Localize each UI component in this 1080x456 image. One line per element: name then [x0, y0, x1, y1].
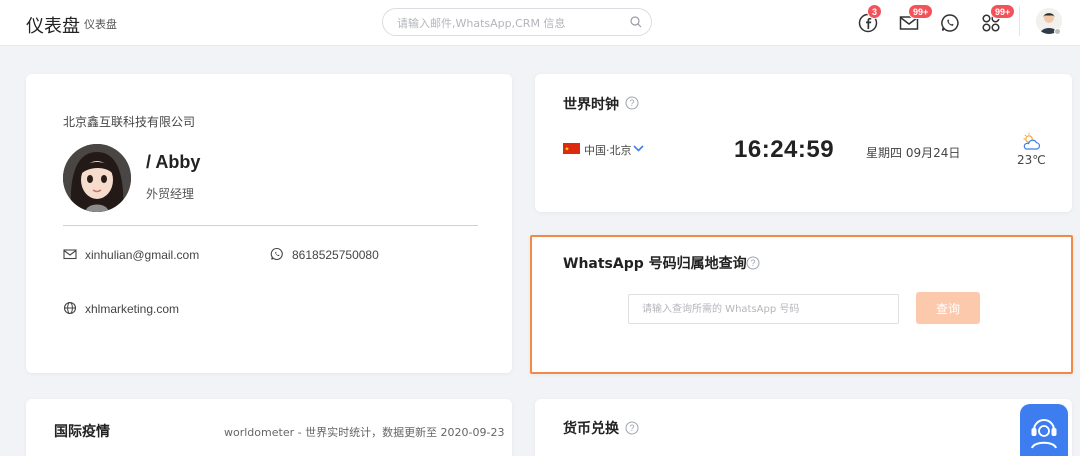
mail-button[interactable]: 99+: [898, 4, 934, 34]
header-divider: [1019, 6, 1020, 36]
help-icon[interactable]: ?: [746, 256, 760, 270]
region-selector[interactable]: 中国·北京: [584, 142, 632, 158]
world-clock-title: 世界时钟: [563, 97, 619, 113]
world-clock-card: 世界时钟 ? ★ 中国·北京 16:24:59 星期四 09月24日 23℃: [535, 74, 1072, 212]
whatsapp-number-input[interactable]: [628, 294, 899, 324]
whatsapp-button[interactable]: [939, 12, 961, 34]
svg-text:★: ★: [565, 147, 570, 153]
partly-cloudy-icon: [1023, 133, 1041, 150]
whatsapp-icon: [270, 247, 283, 261]
svg-text:?: ?: [750, 258, 755, 268]
help-icon[interactable]: ?: [625, 96, 639, 110]
help-icon[interactable]: ?: [625, 421, 639, 435]
svg-text:?: ?: [629, 423, 634, 433]
profile-photo: [63, 144, 131, 212]
page-title: 仪表盘: [26, 16, 80, 37]
covid-title: 国际疫情: [54, 424, 110, 440]
person-name: / Abby: [146, 152, 201, 172]
search-icon[interactable]: [629, 15, 643, 29]
email-value[interactable]: xinhulian@gmail.com: [85, 248, 199, 262]
top-bar: 仪表盘 仪表盘 3 99+: [0, 0, 1080, 46]
status-indicator: [1054, 28, 1061, 35]
whatsapp-lookup-title: WhatsApp 号码归属地查询: [563, 256, 747, 272]
query-button[interactable]: 查询: [916, 292, 980, 324]
covid-source: worldometer - 世界实时统计，数据更新至 2020-09-23: [224, 426, 505, 439]
chevron-down-icon[interactable]: [633, 144, 644, 153]
global-search: [382, 8, 652, 36]
search-input[interactable]: [397, 14, 627, 32]
globe-icon: [63, 301, 77, 315]
svg-text:?: ?: [629, 98, 634, 108]
temperature: 23℃: [1017, 153, 1046, 167]
currency-exchange-title: 货币兑换: [563, 421, 619, 437]
customer-support-button[interactable]: [1020, 404, 1068, 456]
headset-icon: [1031, 419, 1057, 449]
china-flag-icon: ★: [563, 143, 580, 154]
profile-divider: [63, 225, 478, 226]
clock-date: 星期四 09月24日: [866, 146, 961, 160]
clock-time: 16:24:59: [734, 136, 835, 163]
person-title: 外贸经理: [146, 187, 195, 201]
covid-card: 国际疫情 worldometer - 世界实时统计，数据更新至 2020-09-…: [26, 399, 512, 456]
profile-card: 北京鑫互联科技有限公司 / Abby 外贸经理 xinhulian@gmail.…: [26, 74, 512, 373]
mail-icon: [63, 249, 77, 260]
whatsapp-icon: [941, 14, 959, 32]
facebook-badge: 3: [867, 4, 883, 19]
facebook-button[interactable]: 3: [857, 4, 883, 34]
breadcrumb[interactable]: 仪表盘: [84, 16, 117, 32]
whatsapp-lookup-card: WhatsApp 号码归属地查询 ? 查询: [530, 235, 1073, 374]
profile-photo-image: [63, 144, 131, 212]
apps-button[interactable]: 99+: [980, 4, 1016, 34]
mail-badge: 99+: [908, 4, 934, 19]
currency-exchange-card: 货币兑换 ?: [535, 399, 1072, 456]
apps-badge: 99+: [990, 4, 1016, 19]
website-value[interactable]: xhlmarketing.com: [85, 302, 179, 316]
company-name: 北京鑫互联科技有限公司: [63, 115, 196, 129]
phone-value[interactable]: 8618525750080: [292, 248, 379, 262]
